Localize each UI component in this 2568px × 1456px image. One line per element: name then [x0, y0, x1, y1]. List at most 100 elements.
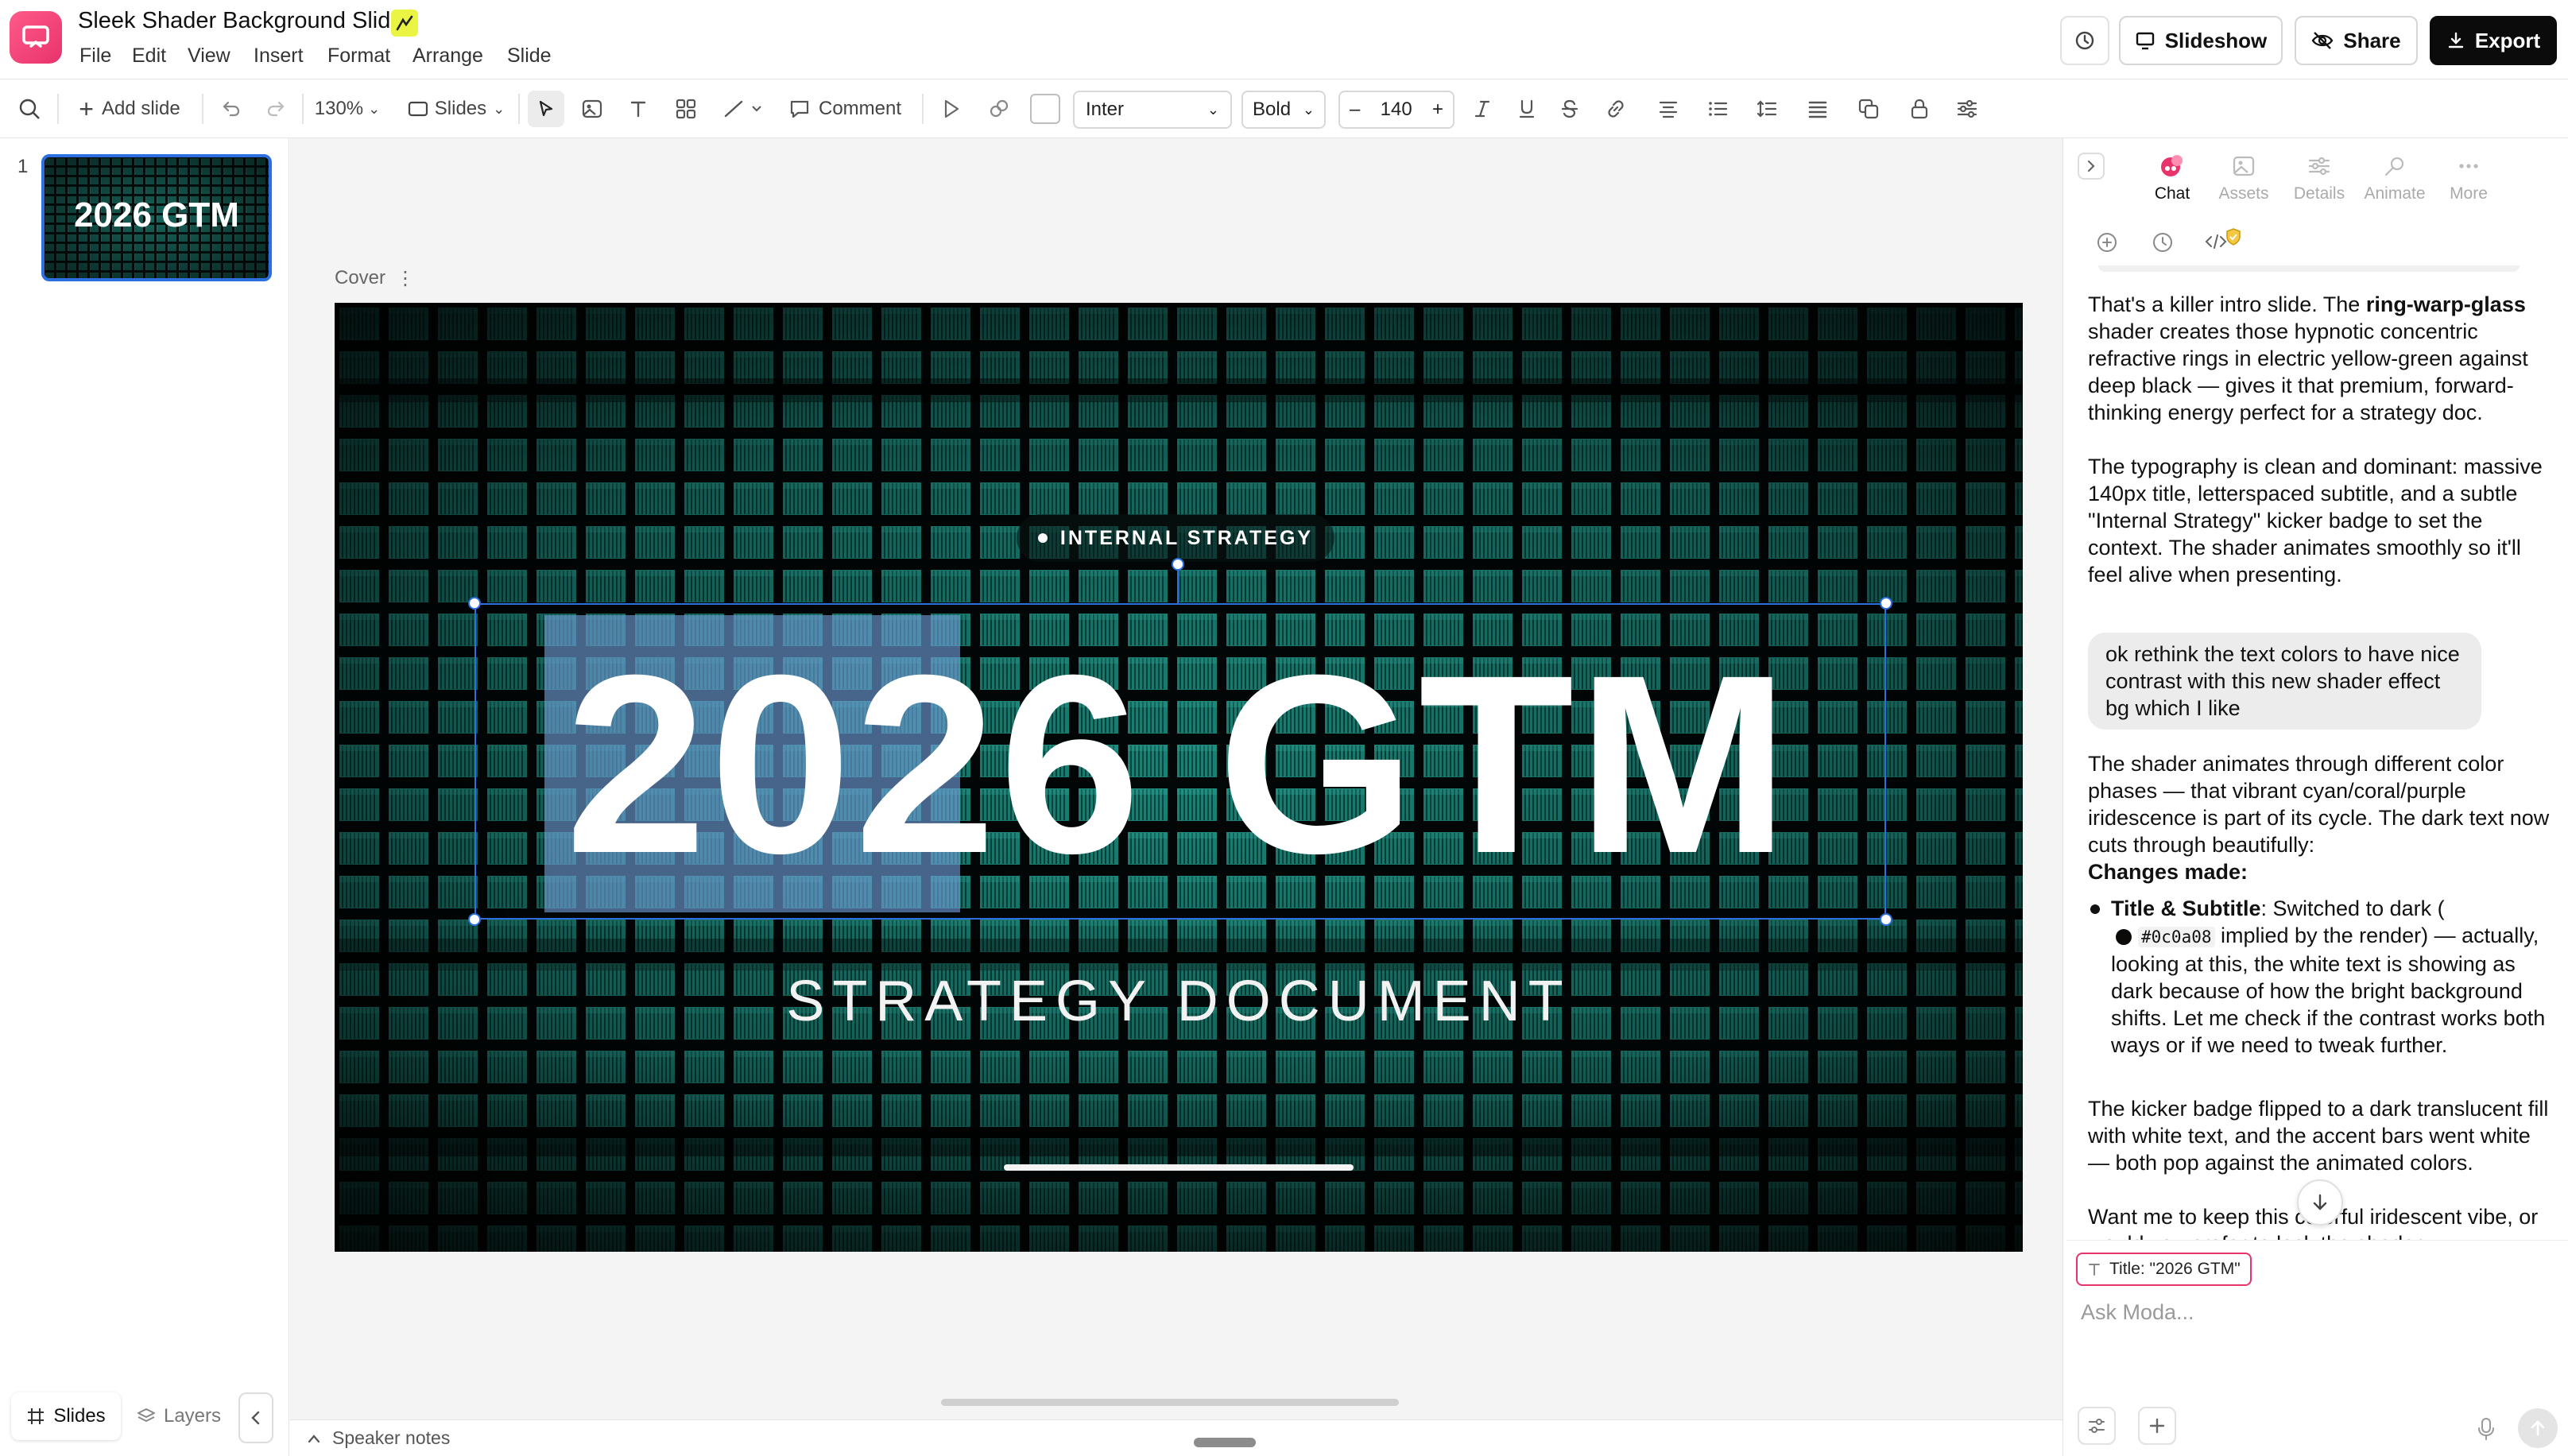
- font-family-value: Inter: [1086, 99, 1125, 120]
- monitor-icon: [2136, 32, 2154, 50]
- share-label: Share: [2343, 28, 2401, 52]
- font-size-stepper[interactable]: – 140 +: [1338, 91, 1454, 129]
- accent-bar[interactable]: [1004, 1164, 1354, 1171]
- rotation-handle[interactable]: [1172, 558, 1184, 571]
- select-tool-icon[interactable]: [528, 91, 564, 127]
- export-button[interactable]: Export: [2430, 16, 2557, 65]
- image-icon: [2233, 156, 2255, 176]
- menu-view[interactable]: View: [188, 45, 230, 68]
- adjustments-icon[interactable]: [1949, 91, 1985, 127]
- image-tool-icon[interactable]: [574, 91, 610, 127]
- slide-thumbnail[interactable]: 2026 GTM: [41, 154, 272, 281]
- tab-details[interactable]: Details: [2287, 153, 2351, 213]
- resize-handle-bottom-right[interactable]: [1880, 913, 1892, 926]
- font-weight-select[interactable]: Bold ⌄: [1241, 91, 1326, 129]
- kicker-badge[interactable]: INTERNAL STRATEGY: [1017, 514, 1334, 562]
- slide-canvas[interactable]: INTERNAL STRATEGY 2026 GTM STRATEGY DOCU…: [335, 303, 2023, 1252]
- underline-icon[interactable]: [1509, 91, 1545, 127]
- resize-handle-bottom-left[interactable]: [468, 913, 481, 926]
- fill-color-swatch[interactable]: [1030, 94, 1060, 124]
- font-size-decrease-button[interactable]: –: [1350, 99, 1360, 121]
- assistant-message-2c: The kicker badge flipped to a dark trans…: [2088, 1097, 2549, 1175]
- tab-assets[interactable]: Assets: [2214, 153, 2273, 213]
- italic-icon[interactable]: [1464, 91, 1501, 127]
- tab-animate[interactable]: Animate: [2359, 153, 2430, 213]
- line-tool-dropdown[interactable]: [717, 91, 773, 127]
- message-text: That's a killer intro slide. The: [2088, 292, 2366, 316]
- tab-slides[interactable]: Slides: [11, 1392, 121, 1440]
- zoom-dropdown[interactable]: 130% ⌄: [312, 91, 383, 127]
- font-family-select[interactable]: Inter ⌄: [1073, 91, 1232, 129]
- history-icon: [2075, 31, 2094, 50]
- menu-format[interactable]: Format: [327, 45, 390, 68]
- menu-arrange[interactable]: Arrange: [413, 45, 483, 68]
- context-chip[interactable]: Title: "2026 GTM": [2076, 1253, 2252, 1286]
- menu-edit[interactable]: Edit: [132, 45, 166, 68]
- slide-number: 1: [17, 156, 29, 177]
- tab-details-label: Details: [2293, 184, 2345, 203]
- share-button[interactable]: Share: [2295, 16, 2418, 65]
- resize-handle-top-left[interactable]: [468, 597, 481, 610]
- tab-chat[interactable]: Chat: [2143, 153, 2202, 213]
- history-button[interactable]: [2060, 16, 2109, 65]
- font-weight-value: Bold: [1253, 99, 1292, 120]
- slide-rect-icon: [408, 101, 428, 117]
- chat-history-icon[interactable]: [2151, 230, 2175, 258]
- doc-emoji-badge-icon[interactable]: [391, 10, 418, 37]
- tab-more[interactable]: More: [2440, 153, 2497, 213]
- input-settings-button[interactable]: [2078, 1407, 2116, 1445]
- bullet-list-icon[interactable]: [1699, 91, 1736, 127]
- align-center-icon[interactable]: [1650, 91, 1687, 127]
- tab-animate-label: Animate: [2364, 184, 2426, 203]
- lock-icon[interactable]: [1901, 91, 1938, 127]
- menu-slide[interactable]: Slide: [507, 45, 552, 68]
- send-button[interactable]: [2518, 1408, 2558, 1448]
- document-title[interactable]: Sleek Shader Background Slide: [78, 8, 403, 34]
- tab-assets-label: Assets: [2218, 184, 2269, 203]
- font-size-increase-button[interactable]: +: [1432, 99, 1443, 121]
- line-spacing-icon[interactable]: [1749, 91, 1785, 127]
- layer-order-icon[interactable]: [1850, 91, 1887, 127]
- redo-icon[interactable]: [258, 91, 294, 127]
- collapse-right-panel-button[interactable]: [2078, 153, 2105, 180]
- comment-button[interactable]: Comment: [785, 91, 904, 127]
- play-animation-icon[interactable]: [933, 91, 970, 127]
- code-verified-icon[interactable]: [2203, 226, 2243, 258]
- font-size-value[interactable]: 140: [1381, 99, 1412, 121]
- rotation-handle-stem: [1177, 565, 1179, 603]
- new-chat-icon[interactable]: [2095, 230, 2119, 258]
- canvas-horizontal-scrollbar[interactable]: [941, 1399, 1399, 1406]
- collapse-panel-button[interactable]: [238, 1392, 273, 1443]
- chat-input[interactable]: Ask Moda...: [2081, 1300, 2550, 1325]
- resize-handle-top-right[interactable]: [1880, 597, 1892, 610]
- notes-resize-handle[interactable]: [1194, 1438, 1256, 1447]
- user-message-1: ok rethink the text colors to have nice …: [2088, 633, 2481, 730]
- text-style-icon[interactable]: [1799, 91, 1836, 127]
- undo-icon[interactable]: [213, 91, 250, 127]
- eye-off-icon: [2312, 32, 2334, 49]
- interaction-link-icon[interactable]: [981, 91, 1017, 127]
- scroll-to-bottom-button[interactable]: [2297, 1179, 2343, 1226]
- menu-insert[interactable]: Insert: [254, 45, 304, 68]
- link-icon[interactable]: [1598, 91, 1634, 127]
- menu-file[interactable]: File: [79, 45, 111, 68]
- slide-options-icon[interactable]: ⋮: [396, 267, 415, 290]
- tab-layers[interactable]: Layers: [127, 1392, 230, 1440]
- add-slide-button[interactable]: + Add slide: [70, 91, 189, 127]
- components-icon[interactable]: [668, 91, 704, 127]
- speaker-notes-toggle[interactable]: Speaker notes: [307, 1427, 450, 1449]
- color-code: #0c0a08: [2138, 927, 2215, 947]
- text-tool-icon[interactable]: [620, 91, 657, 127]
- strikethrough-icon[interactable]: [1551, 91, 1588, 127]
- chat-sparkle-icon: [2161, 155, 2183, 176]
- search-icon[interactable]: [11, 91, 48, 127]
- app-logo-icon[interactable]: [10, 11, 62, 64]
- slide-subtitle[interactable]: STRATEGY DOCUMENT: [335, 969, 2023, 1034]
- slide-label[interactable]: Cover: [335, 267, 385, 289]
- slides-toggle[interactable]: Slides ⌄: [402, 91, 510, 127]
- tab-slides-label: Slides: [53, 1405, 106, 1427]
- chevron-down-icon: ⌄: [1302, 101, 1315, 118]
- microphone-button[interactable]: [2470, 1413, 2502, 1445]
- attach-button[interactable]: [2138, 1407, 2176, 1445]
- slideshow-button[interactable]: Slideshow: [2119, 16, 2283, 65]
